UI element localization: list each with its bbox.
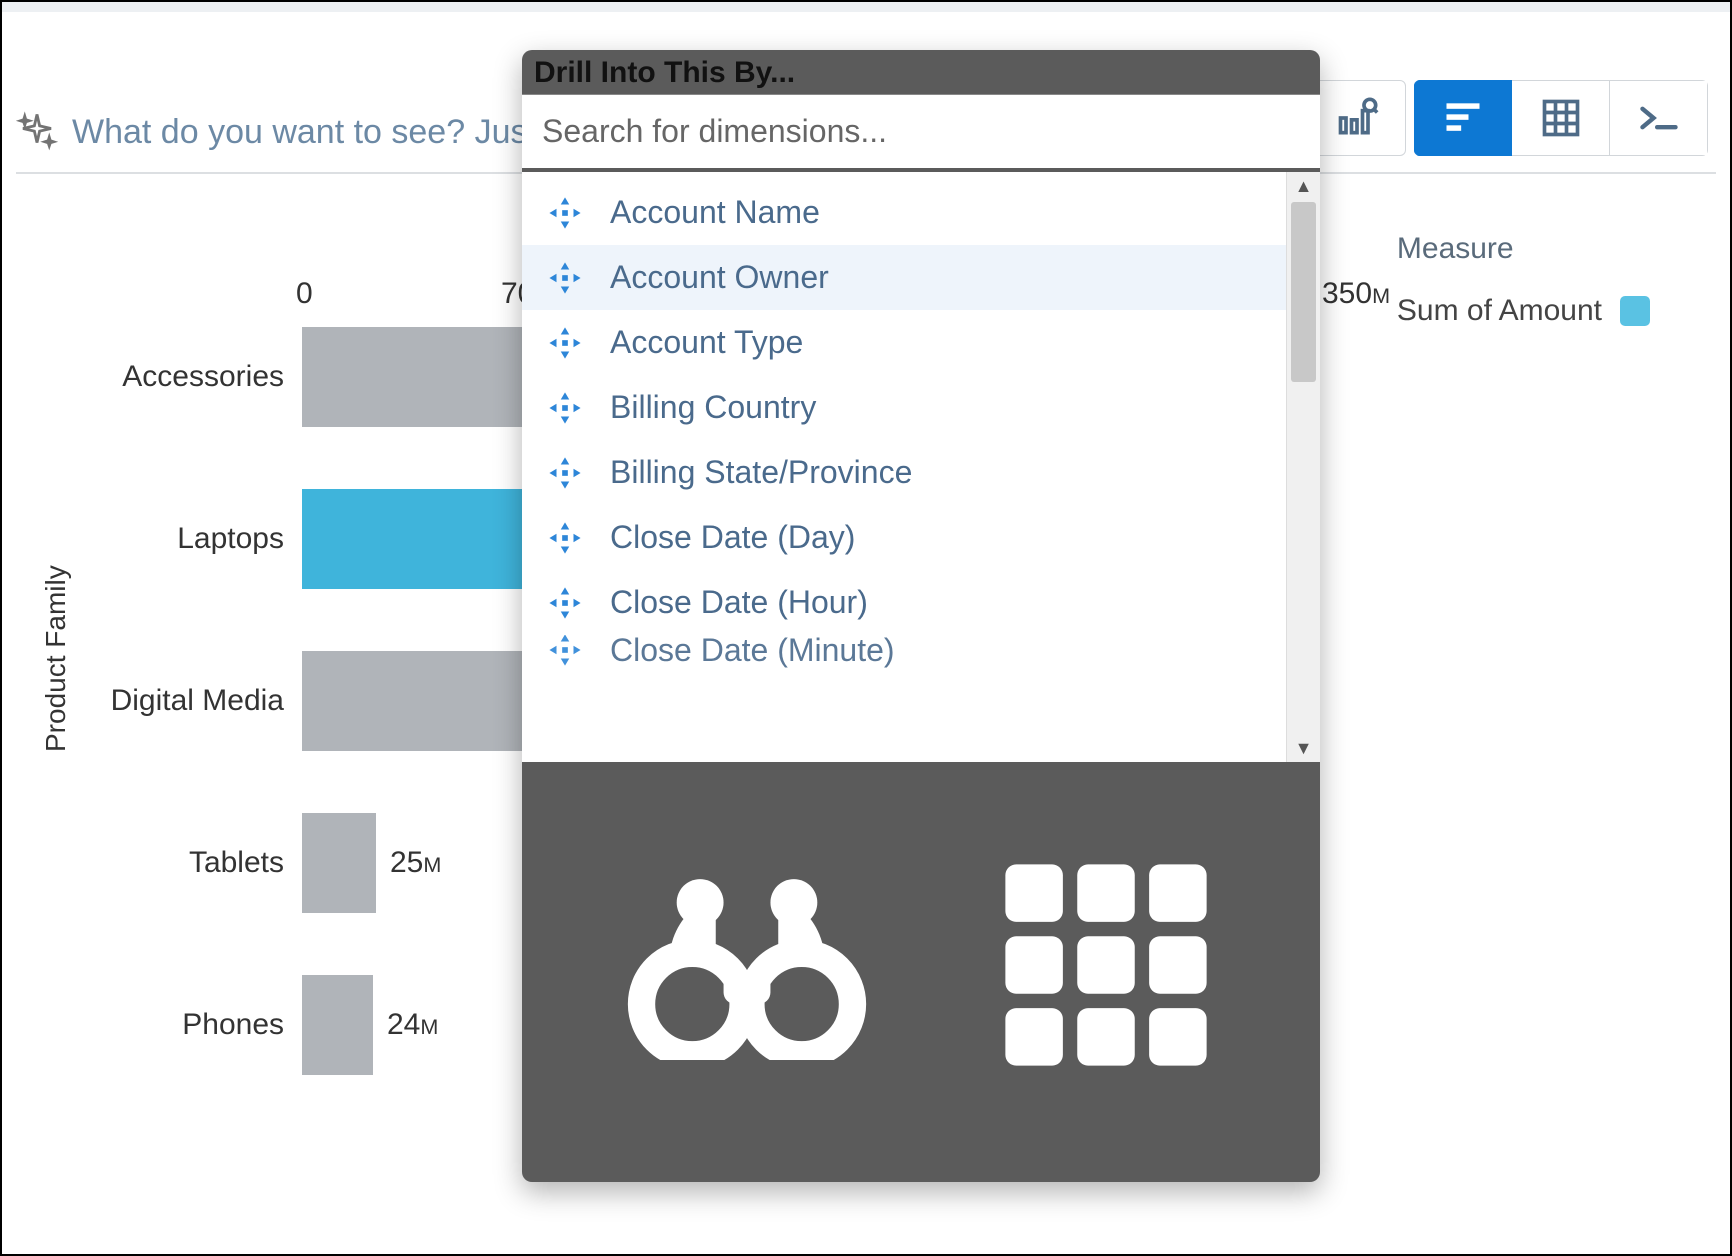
dimension-icon xyxy=(548,521,582,555)
drill-title: Drill Into This By... xyxy=(522,50,1320,94)
dimension-label: Close Date (Hour) xyxy=(610,584,868,621)
dimension-label: Close Date (Day) xyxy=(610,519,855,556)
dimension-label: Billing Country xyxy=(610,389,816,426)
bar-value-label: 24M xyxy=(387,1008,438,1042)
dimension-item[interactable]: Close Date (Hour) xyxy=(522,570,1286,635)
scrollbar[interactable]: ▲ ▼ xyxy=(1286,172,1320,762)
drill-popup: Drill Into This By... Search for dimensi… xyxy=(522,50,1320,1182)
bar-value-label: 25M xyxy=(390,846,441,880)
legend-title: Measure xyxy=(1397,232,1650,266)
legend-item-label: Sum of Amount xyxy=(1397,294,1602,328)
dimension-icon xyxy=(548,326,582,360)
y-axis-label: Product Family xyxy=(40,565,72,752)
dimension-icon xyxy=(548,456,582,490)
dimension-item[interactable]: Account Name xyxy=(522,180,1286,245)
scroll-up-icon[interactable]: ▲ xyxy=(1287,172,1320,200)
category-label: Laptops xyxy=(102,522,302,556)
dimension-list: Account Name Account Owner Account Type xyxy=(522,172,1320,762)
table-view-button[interactable] xyxy=(1512,80,1610,156)
window-chrome-gap xyxy=(2,2,1730,12)
dimension-icon xyxy=(548,391,582,425)
legend-swatch xyxy=(1620,296,1650,326)
drill-search-input[interactable]: Search for dimensions... xyxy=(522,94,1320,172)
x-tick: 0 xyxy=(296,277,501,311)
category-label: Accessories xyxy=(102,360,302,394)
binoculars-icon[interactable] xyxy=(622,870,872,1065)
app-window: Product Family 0 70M 350M Accessories La… xyxy=(0,0,1732,1256)
dimension-item[interactable]: Account Owner xyxy=(522,245,1286,310)
view-mode-group xyxy=(1414,80,1708,156)
saql-view-button[interactable] xyxy=(1610,80,1708,156)
dimension-item[interactable]: Account Type xyxy=(522,310,1286,375)
dimension-label: Account Name xyxy=(610,194,820,231)
dimension-item[interactable]: Billing State/Province xyxy=(522,440,1286,505)
legend-item[interactable]: Sum of Amount xyxy=(1397,294,1650,328)
bar[interactable] xyxy=(302,975,373,1075)
dimension-icon xyxy=(548,635,582,667)
legend: Measure Sum of Amount xyxy=(1397,232,1650,328)
dimension-item[interactable]: Close Date (Minute) xyxy=(522,635,1286,675)
category-label: Phones xyxy=(102,1008,302,1042)
category-label: Digital Media xyxy=(102,684,302,718)
dimension-label: Billing State/Province xyxy=(610,454,912,491)
dimension-icon xyxy=(548,586,582,620)
bar[interactable] xyxy=(302,813,376,913)
dimension-label: Account Owner xyxy=(610,259,829,296)
dimension-icon xyxy=(548,261,582,295)
dimension-label: Close Date (Minute) xyxy=(610,635,895,669)
dimension-item[interactable]: Billing Country xyxy=(522,375,1286,440)
sparkle-icon xyxy=(16,111,58,153)
scroll-down-icon[interactable]: ▼ xyxy=(1287,734,1320,762)
chart-view-button[interactable] xyxy=(1414,80,1512,156)
category-label: Tablets xyxy=(102,846,302,880)
view-toolbar xyxy=(1308,80,1708,156)
explore-button[interactable] xyxy=(1308,80,1406,156)
scroll-thumb[interactable] xyxy=(1291,202,1316,382)
dimension-label: Account Type xyxy=(610,324,803,361)
drill-action-bar xyxy=(522,762,1320,1182)
dimension-icon xyxy=(548,196,582,230)
dimension-item[interactable]: Close Date (Day) xyxy=(522,505,1286,570)
grid-icon[interactable] xyxy=(991,850,1221,1085)
